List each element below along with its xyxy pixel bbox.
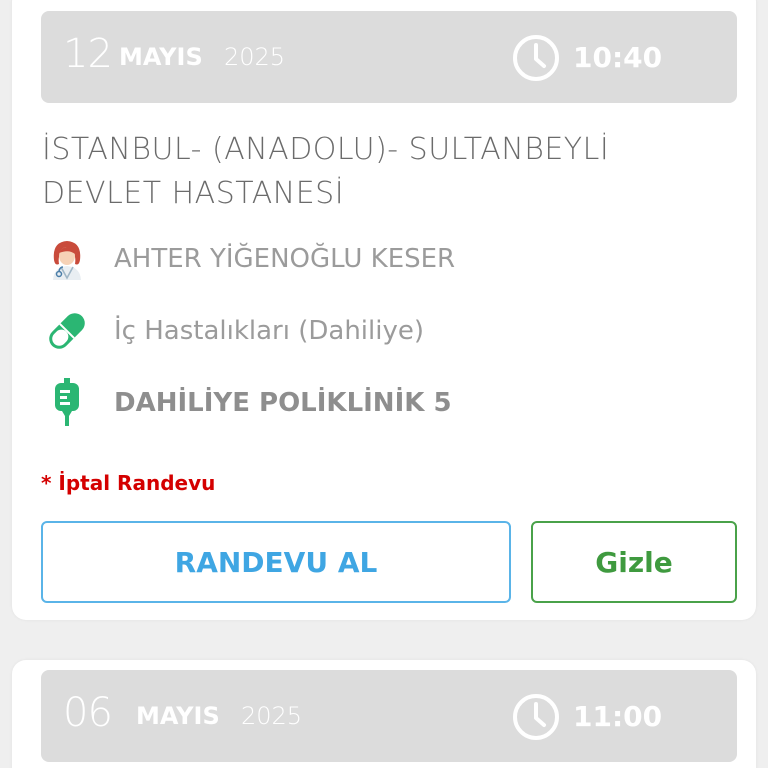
appointment-day: 12 — [63, 31, 113, 77]
clinic-name: İç Hastalıkları (Dahiliye) — [114, 316, 424, 346]
appointment-month: MAYIS — [136, 702, 220, 730]
doctor-row: AHTER YİĞENOĞLU KESER — [42, 234, 722, 284]
clock-icon — [513, 694, 559, 740]
clinic-row: İç Hastalıkları (Dahiliye) — [42, 306, 722, 356]
book-appointment-button[interactable]: RANDEVU AL — [41, 521, 511, 603]
appointment-time: 10:40 — [573, 41, 663, 74]
iv-drip-icon — [55, 378, 79, 426]
clock-icon — [513, 35, 559, 81]
doctor-name: AHTER YİĞENOĞLU KESER — [114, 244, 456, 274]
room-row: DAHİLİYE POLİKLİNİK 5 — [42, 378, 722, 428]
doctor-avatar-icon — [53, 241, 81, 280]
room-name: DAHİLİYE POLİKLİNİK 5 — [114, 388, 452, 418]
appointment-card: 12 MAYIS 2025 10:40 İSTANBUL- (ANADOLU)-… — [12, 0, 756, 620]
appointment-year: 2025 — [241, 702, 303, 730]
hospital-name: İSTANBUL- (ANADOLU)- SULTANBEYLİ DEVLET … — [42, 132, 610, 211]
appointment-day: 06 — [63, 690, 113, 736]
hide-button[interactable]: Gizle — [531, 521, 737, 603]
appointment-year: 2025 — [224, 43, 286, 71]
appointment-month: MAYIS — [119, 43, 203, 71]
appointment-date-header: 12 MAYIS 2025 10:40 — [41, 11, 737, 103]
appointment-time: 11:00 — [573, 700, 663, 733]
cancel-note: * İptal Randevu — [41, 471, 216, 495]
appointment-card: 06 MAYIS 2025 11:00 — [12, 660, 756, 768]
appointment-date-header: 06 MAYIS 2025 11:00 — [41, 670, 737, 762]
pill-capsule-icon — [49, 313, 85, 349]
